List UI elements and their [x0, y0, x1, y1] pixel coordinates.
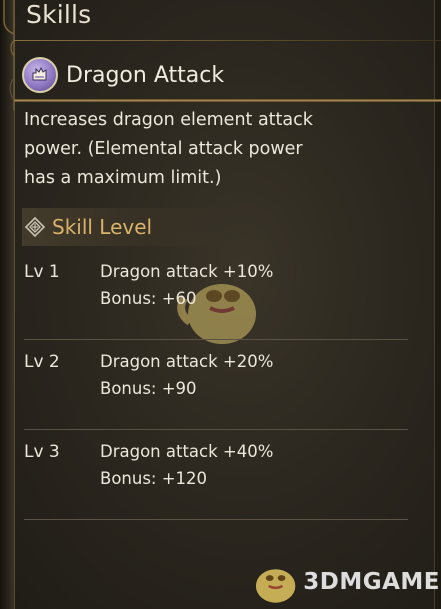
description-line: Increases dragon element attack — [24, 110, 313, 130]
level-bonus: Bonus: +90 — [100, 379, 197, 398]
panel-frame-right — [434, 0, 441, 609]
level-number: Lv 3 — [24, 442, 60, 462]
level-number: Lv 2 — [24, 352, 60, 372]
level-effect: Dragon attack +40% — [100, 442, 274, 461]
skill-level-label: Skill Level — [52, 215, 153, 239]
description-line: power. (Elemental attack power — [24, 139, 303, 159]
skill-detail-panel: Skills Dragon Attack Increases dragon el… — [0, 0, 441, 609]
header-divider — [14, 40, 441, 41]
level-bonus: Bonus: +60 — [100, 289, 197, 308]
skill-description: Increases dragon element attack power. (… — [24, 106, 354, 193]
skill-level-rune-icon — [24, 216, 46, 238]
page-title: Skills — [26, 0, 92, 29]
skill-header-divider — [14, 99, 441, 102]
row-divider — [24, 519, 408, 520]
description-line: has a maximum limit.) — [24, 168, 222, 188]
skill-level-row: Lv 1 Dragon attack +10% Bonus: +60 — [24, 262, 408, 352]
level-effect: Dragon attack +10% — [100, 262, 274, 281]
skill-level-row: Lv 3 Dragon attack +40% Bonus: +120 — [24, 442, 408, 532]
skill-level-row: Lv 2 Dragon attack +20% Bonus: +90 — [24, 352, 408, 442]
mascot-logo-icon — [255, 569, 296, 603]
skill-name: Dragon Attack — [66, 62, 225, 88]
watermark-text: 3DMGAME — [303, 569, 440, 595]
skill-level-header: Skill Level — [22, 208, 222, 246]
skill-header: Dragon Attack — [22, 56, 224, 94]
row-divider — [24, 429, 408, 430]
level-effect: Dragon attack +20% — [100, 352, 274, 371]
level-bonus: Bonus: +120 — [100, 469, 208, 488]
level-number: Lv 1 — [24, 262, 60, 282]
dragon-attack-skill-icon — [22, 57, 58, 93]
watermark: 3DMGAME — [250, 555, 440, 609]
row-divider — [24, 339, 408, 340]
